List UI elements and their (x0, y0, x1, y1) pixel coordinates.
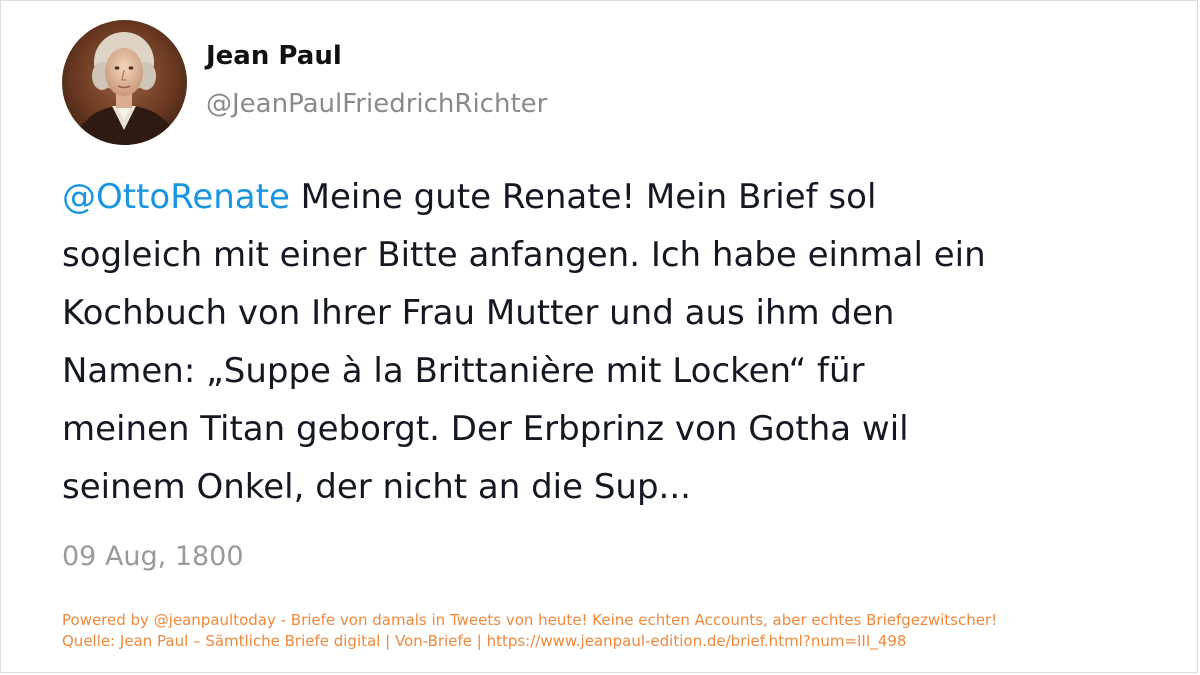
footer-powered-by: Powered by @jeanpaultoday - Briefe von d… (62, 611, 998, 629)
footer-source: Quelle: Jean Paul – Sämtliche Briefe dig… (62, 632, 907, 650)
portrait-avatar-icon (62, 20, 187, 145)
tweet-card: Jean Paul @JeanPaulFriedrichRichter @Ott… (0, 0, 1198, 673)
tweet-line: Namen: „Suppe à la Brittanière mit Locke… (62, 351, 865, 391)
tweet-body: @OttoRenate Meine gute Renate! Mein Brie… (62, 168, 1132, 516)
tweet-line: @OttoRenate Meine gute Renate! Mein Brie… (62, 168, 1132, 226)
author-name[interactable]: Jean Paul (206, 41, 342, 71)
tweet-line: sogleich mit einer Bitte anfangen. Ich h… (62, 235, 986, 275)
author-handle[interactable]: @JeanPaulFriedrichRichter (206, 89, 547, 119)
tweet-line: meinen Titan geborgt. Der Erbprinz von G… (62, 409, 909, 449)
mention-link[interactable]: @OttoRenate (62, 177, 290, 217)
tweet-line-text: Meine gute Renate! Mein Brief sol (289, 177, 877, 217)
footer: Powered by @jeanpaultoday - Briefe von d… (62, 610, 997, 652)
author-avatar[interactable] (62, 20, 187, 145)
tweet-line: seinem Onkel, der nicht an die Sup... (62, 467, 691, 507)
tweet-line: Kochbuch von Ihrer Frau Mutter und aus i… (62, 293, 895, 333)
tweet-date: 09 Aug, 1800 (62, 541, 244, 572)
